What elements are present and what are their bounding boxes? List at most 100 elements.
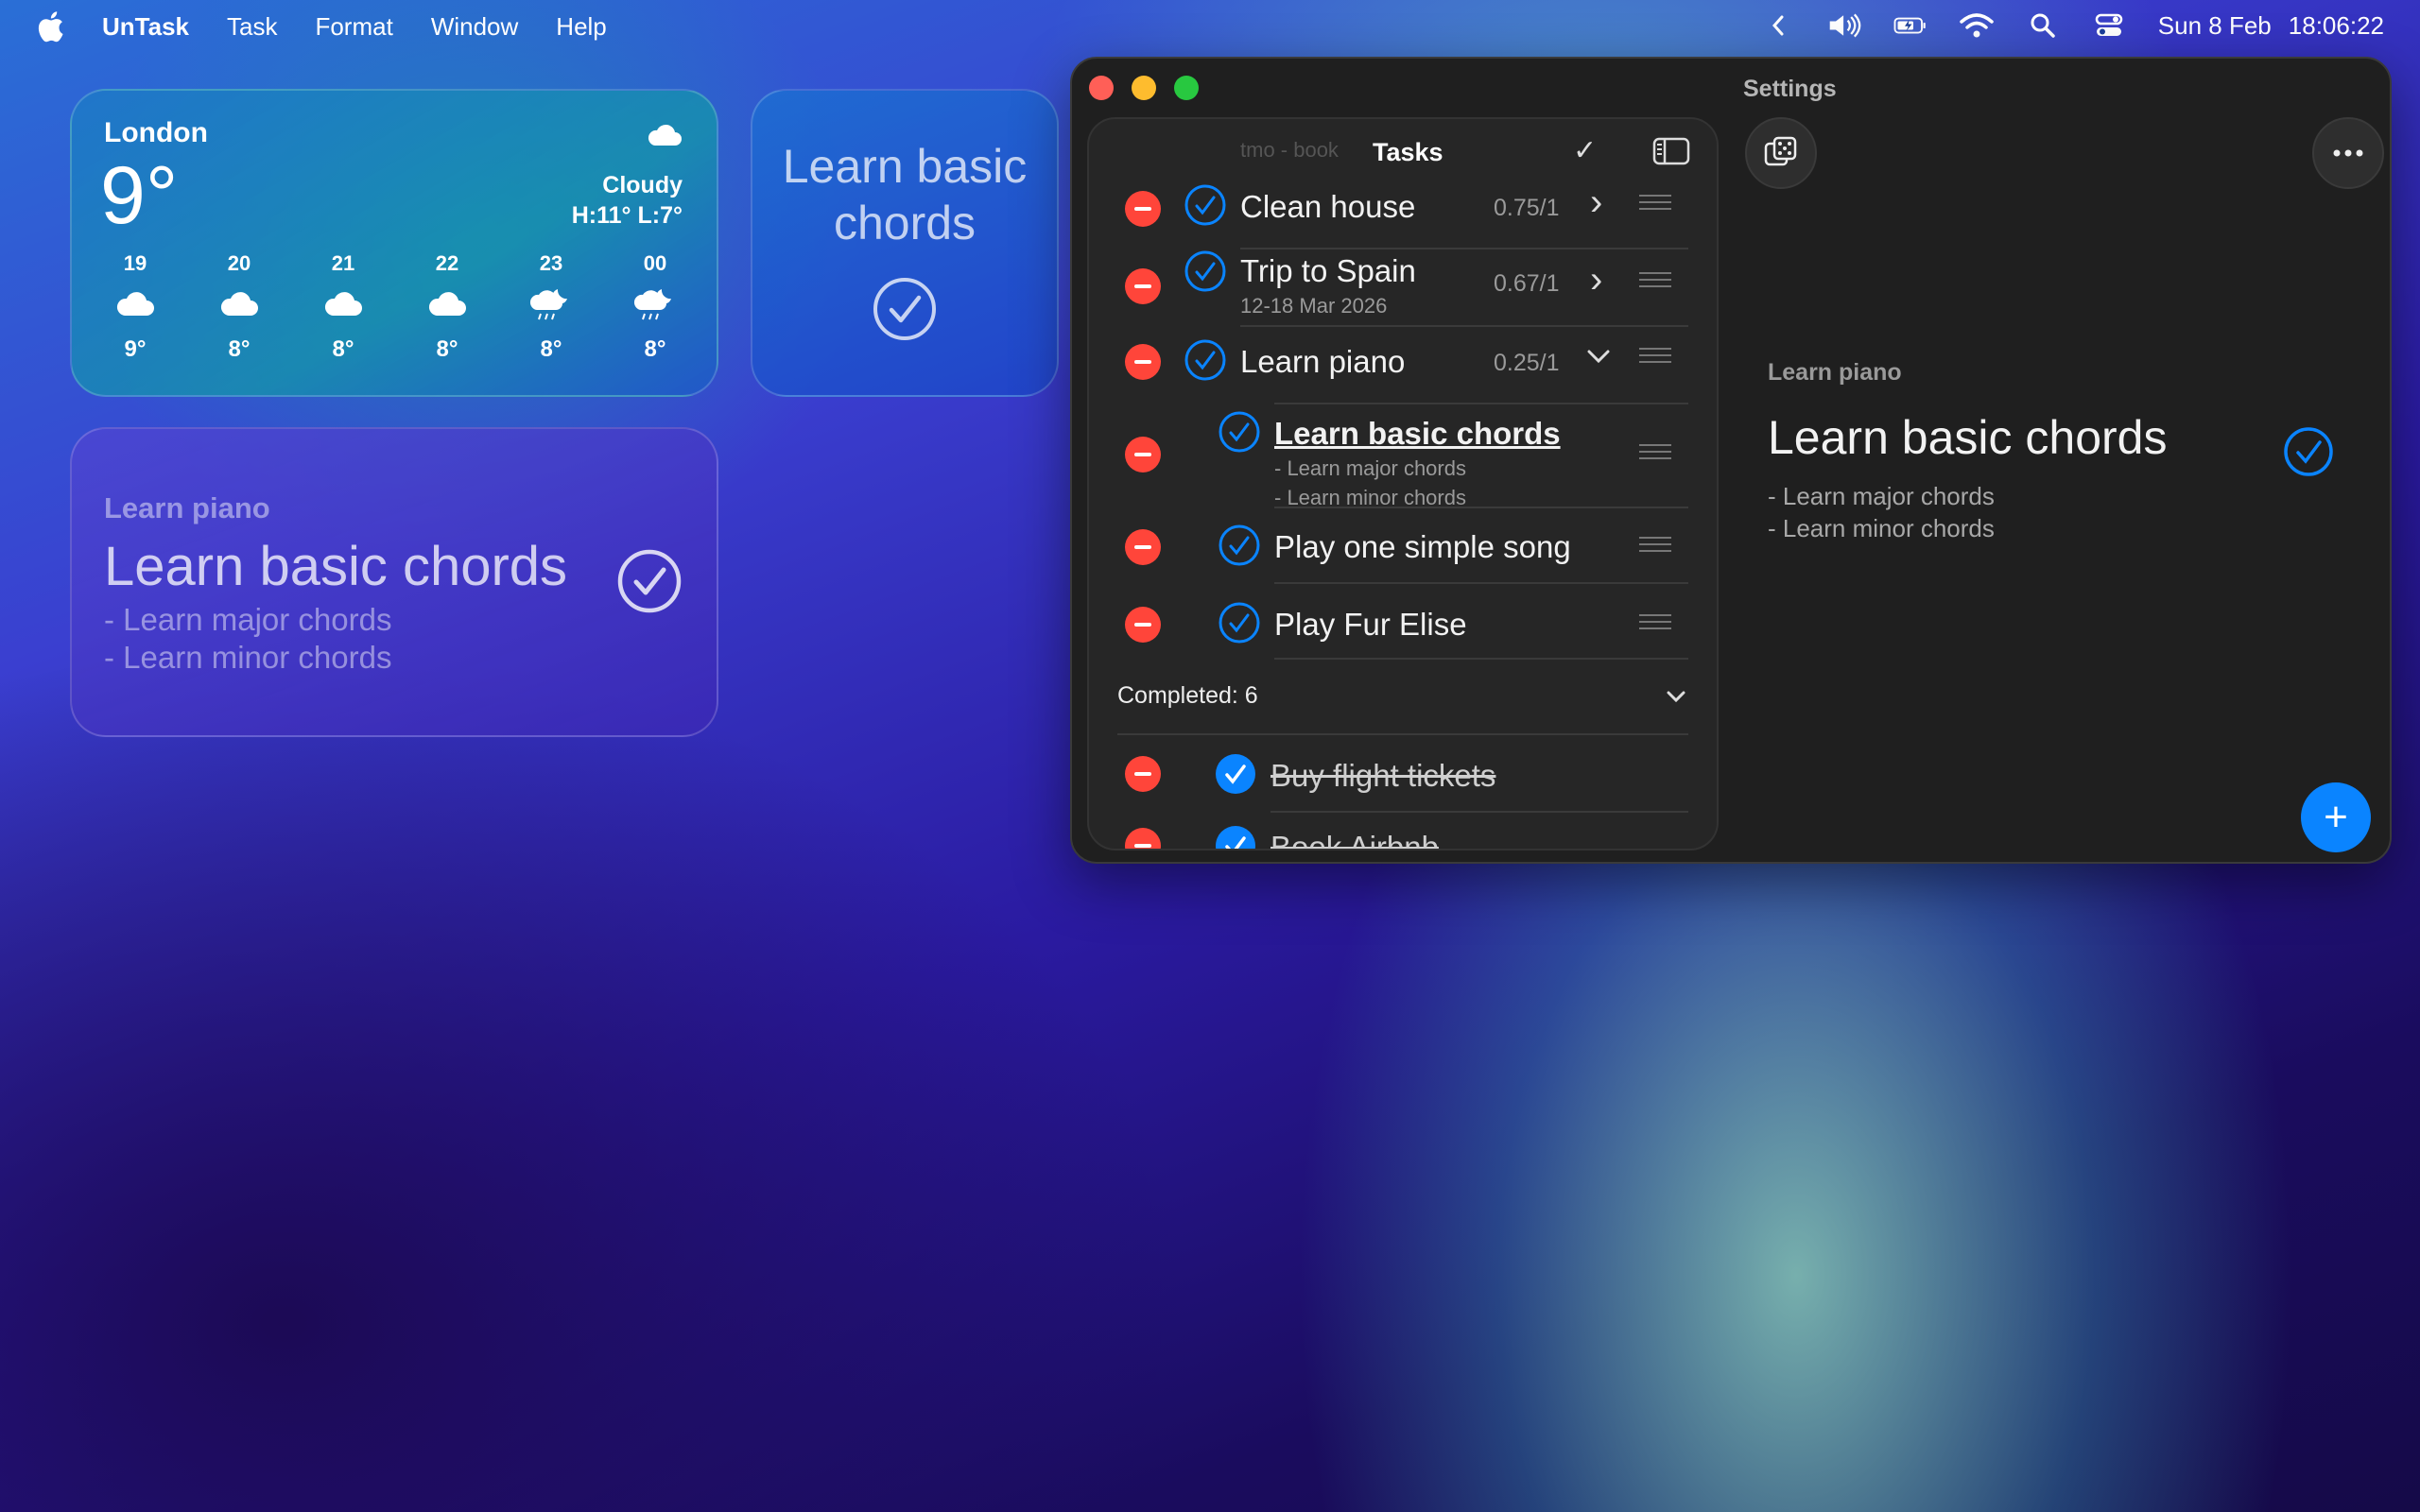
drag-handle-icon[interactable]	[1639, 348, 1671, 365]
checkmark-circle-icon[interactable]	[616, 548, 683, 614]
cloud-moon-rain-icon	[529, 289, 567, 320]
control-center-icon[interactable]	[2092, 10, 2126, 41]
delete-task-button[interactable]	[1125, 344, 1161, 380]
more-options-button[interactable]	[2312, 117, 2384, 189]
delete-task-button[interactable]	[1125, 268, 1161, 304]
detail-task-notes[interactable]: - Learn major chords - Learn minor chord…	[1768, 480, 1995, 544]
task-progress: 0.25/1	[1494, 350, 1560, 376]
checkmark-icon[interactable]: ✓	[1573, 134, 1597, 167]
hour-temp: 8°	[436, 336, 458, 362]
completed-task-row[interactable]: Buy flight tickets	[1089, 737, 1717, 813]
menu-date[interactable]: Sun 8 Feb	[2158, 11, 2272, 41]
hour-forecast: 23 8°	[509, 251, 594, 363]
task-widget-medium[interactable]: Learn piano Learn basic chords - Learn m…	[70, 427, 718, 737]
task-title[interactable]: Trip to Spain	[1240, 253, 1416, 289]
subtask-row[interactable]: Play one simple song	[1089, 508, 1717, 584]
task-row[interactable]: Trip to Spain 12-18 Mar 2026 0.67/1 ›	[1089, 249, 1717, 327]
weather-condition-block: Cloudy H:11° L:7°	[572, 170, 683, 231]
menu-help[interactable]: Help	[556, 12, 606, 42]
detail-task-title[interactable]: Learn basic chords	[1768, 410, 2167, 465]
hour-label: 20	[227, 251, 251, 275]
task-row[interactable]: Clean house 0.75/1 ›	[1089, 174, 1717, 249]
task-title[interactable]: Play one simple song	[1274, 529, 1571, 565]
checkmark-circle-icon[interactable]	[1184, 249, 1227, 293]
chevron-down-icon[interactable]	[1666, 690, 1686, 703]
chevron-down-icon[interactable]	[1586, 348, 1611, 365]
window-zoom-button[interactable]	[1174, 76, 1199, 100]
drag-handle-icon[interactable]	[1639, 444, 1671, 461]
apple-logo-icon[interactable]	[36, 9, 64, 43]
weather-hi-lo: H:11° L:7°	[571, 202, 683, 229]
delete-task-button[interactable]	[1125, 607, 1161, 643]
chevron-right-icon[interactable]: ›	[1590, 259, 1602, 301]
checkmark-circle-filled-icon[interactable]	[1214, 752, 1257, 796]
task-title[interactable]: Book Airbnb	[1270, 830, 1439, 849]
note-line: - Learn major chords	[1768, 482, 1995, 510]
task-title[interactable]: Buy flight tickets	[1270, 758, 1495, 794]
sidebar-title: Tasks	[1373, 138, 1443, 166]
drag-handle-icon[interactable]	[1639, 195, 1671, 212]
window-close-button[interactable]	[1089, 76, 1114, 100]
wifi-icon[interactable]	[1960, 10, 1994, 41]
checkmark-circle-icon[interactable]	[1184, 183, 1227, 227]
checkmark-circle-icon[interactable]	[872, 276, 938, 342]
drag-handle-icon[interactable]	[1639, 537, 1671, 554]
menu-list: UnTask Task Format Window Help	[102, 12, 645, 42]
note-line: - Learn major chords	[1274, 456, 1466, 480]
menu-format[interactable]: Format	[315, 12, 392, 42]
window-minimize-button[interactable]	[1132, 76, 1156, 100]
menu-time[interactable]: 18:06:22	[2289, 11, 2384, 41]
task-title[interactable]: Clean house	[1240, 189, 1415, 225]
random-dice-button[interactable]	[1745, 117, 1817, 189]
note-line: - Learn major chords	[104, 602, 392, 637]
menu-app-name[interactable]: UnTask	[102, 12, 189, 42]
ellipsis-icon	[2333, 149, 2363, 157]
hour-temp: 8°	[228, 336, 251, 362]
task-title[interactable]: Learn basic chords	[1274, 416, 1561, 452]
completed-task-row[interactable]: Book Airbnb	[1089, 813, 1717, 850]
menu-window[interactable]: Window	[431, 12, 518, 42]
note-line: - Learn minor chords	[1768, 514, 1995, 542]
checkmark-circle-icon[interactable]	[2282, 425, 2335, 478]
task-title[interactable]: Learn piano	[1240, 344, 1405, 380]
hourly-forecast: 19 9° 20 8° 21 8° 22 8° 23 8° 00 8°	[93, 251, 698, 363]
completed-section-header[interactable]: Completed: 6	[1089, 660, 1717, 737]
weather-condition: Cloudy	[602, 172, 683, 198]
add-task-button[interactable]: +	[2301, 782, 2371, 852]
checkmark-circle-filled-icon[interactable]	[1214, 824, 1257, 850]
checkmark-circle-icon[interactable]	[1218, 524, 1261, 567]
dice-icon	[1764, 136, 1797, 166]
delete-task-button[interactable]	[1125, 756, 1161, 792]
detail-parent-task: Learn piano	[1768, 359, 1902, 386]
task-sidebar: tmo - book Tasks ✓ Clean house 0.75/1 › …	[1087, 117, 1719, 850]
checkmark-circle-icon[interactable]	[1218, 601, 1261, 644]
hour-temp: 8°	[644, 336, 666, 362]
hour-forecast: 22 8°	[405, 251, 490, 363]
battery-icon[interactable]	[1893, 10, 1927, 41]
sidebar-toggle-icon[interactable]	[1652, 136, 1690, 166]
chevron-right-icon[interactable]: ›	[1590, 181, 1602, 224]
hour-label: 19	[123, 251, 147, 275]
chevron-left-icon[interactable]	[1761, 10, 1795, 41]
delete-task-button[interactable]	[1125, 828, 1161, 849]
task-title[interactable]: Play Fur Elise	[1274, 607, 1467, 643]
menu-task[interactable]: Task	[227, 12, 277, 42]
checkmark-circle-icon[interactable]	[1184, 338, 1227, 382]
subtask-row[interactable]: Learn basic chords - Learn major chords …	[1089, 403, 1717, 509]
delete-task-button[interactable]	[1125, 191, 1161, 227]
cloud-icon	[116, 292, 154, 316]
checkmark-circle-icon[interactable]	[1218, 410, 1261, 454]
widget-task-title: Learn basic chords	[782, 140, 1028, 249]
weather-widget[interactable]: London 9° Cloudy H:11° L:7° 19 9° 20 8° …	[70, 89, 718, 397]
volume-icon[interactable]	[1827, 10, 1861, 41]
subtask-row[interactable]: Play Fur Elise	[1089, 584, 1717, 660]
task-widget-small[interactable]: Learn basic chords	[751, 89, 1059, 397]
delete-task-button[interactable]	[1125, 437, 1161, 472]
search-icon[interactable]	[2026, 10, 2060, 41]
completed-count: Completed: 6	[1117, 682, 1258, 709]
hour-label: 00	[643, 251, 667, 275]
task-row[interactable]: Learn piano 0.25/1	[1089, 327, 1717, 404]
delete-task-button[interactable]	[1125, 529, 1161, 565]
drag-handle-icon[interactable]	[1639, 614, 1671, 631]
drag-handle-icon[interactable]	[1639, 272, 1671, 289]
